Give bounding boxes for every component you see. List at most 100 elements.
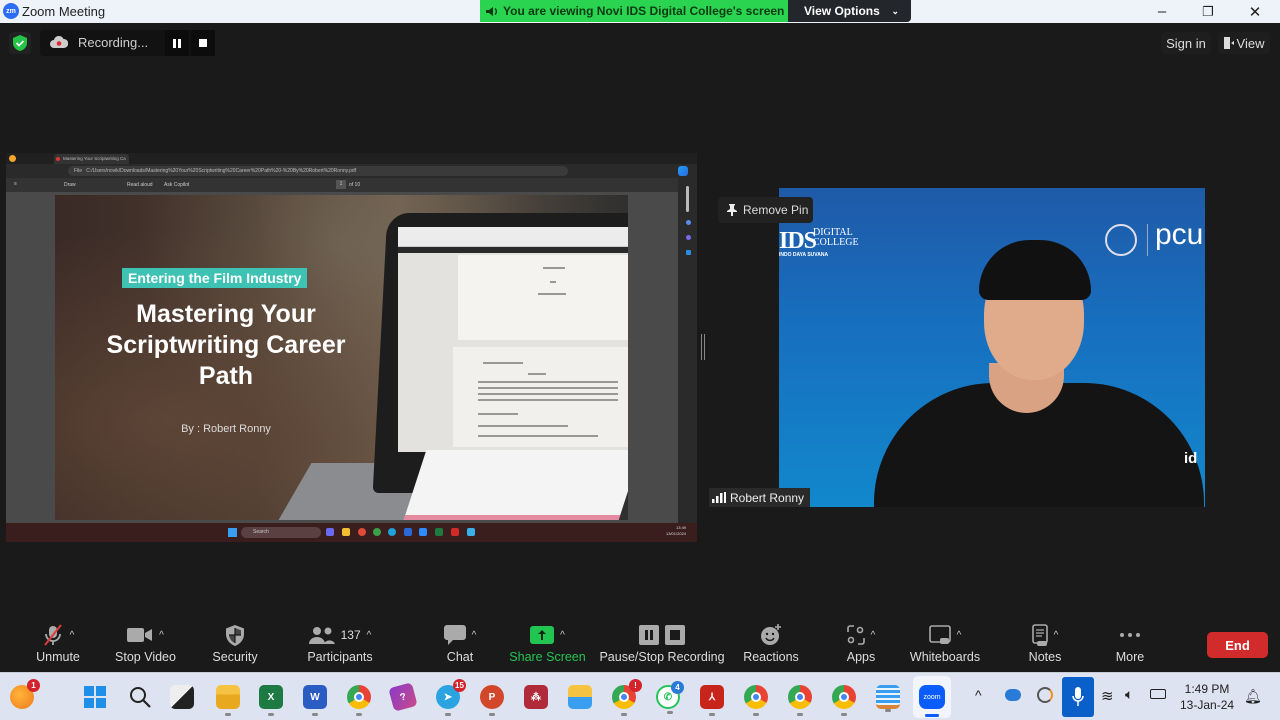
reactions-icon <box>761 624 781 645</box>
copilot-icon[interactable] <box>678 166 688 176</box>
browser-profile-icon <box>9 155 16 162</box>
onedrive-folder-icon[interactable] <box>568 685 592 709</box>
url-field[interactable]: File C:/Users/novik/Downloads/Mastering%… <box>68 166 568 176</box>
page-number-input[interactable]: 1 <box>336 180 346 189</box>
excel-icon <box>435 528 443 536</box>
share-options-caret[interactable]: ^ <box>560 630 565 641</box>
more-button[interactable]: More <box>1105 615 1155 672</box>
help-book-icon[interactable]: ? <box>388 682 418 712</box>
reactions-button[interactable]: Reactions <box>738 615 804 672</box>
stop-video-button[interactable]: ^ Stop Video <box>103 615 188 672</box>
apps-button[interactable]: ^ Apps <box>830 615 892 672</box>
sign-in-button[interactable]: Sign in <box>1161 32 1211 54</box>
battery-icon[interactable] <box>1150 689 1166 699</box>
chrome-profile-icon[interactable]: ! <box>612 679 642 716</box>
read-aloud-button[interactable]: Read aloud <box>127 182 153 188</box>
browser-tab[interactable]: Mastering Your Scriptwriting Ca <box>54 154 129 164</box>
cloud-recording-icon <box>50 35 68 48</box>
shared-screen[interactable]: Mastering Your Scriptwriting Ca File C:/… <box>6 153 697 542</box>
stop-recording-button[interactable] <box>191 30 215 56</box>
task-view-icon[interactable] <box>170 685 194 709</box>
notepad-icon[interactable] <box>876 685 900 712</box>
powerpoint-icon[interactable]: P <box>480 685 504 716</box>
pause-recording-button[interactable] <box>165 30 189 56</box>
windows-start-button[interactable] <box>83 685 107 709</box>
encryption-shield-icon[interactable] <box>9 32 31 54</box>
whiteboards-options-caret[interactable]: ^ <box>957 630 962 641</box>
remote-windows-taskbar: Search 13:49 13/01/2024 <box>6 523 697 542</box>
participant-video[interactable]: IDS DIGITAL COLLEGE INDO DAYA SUVANA pcu … <box>779 188 1205 507</box>
remove-pin-button[interactable]: Remove Pin <box>718 197 813 223</box>
security-button[interactable]: Security <box>205 615 265 672</box>
participant-name: Robert Ronny <box>730 490 805 505</box>
pause-icon <box>173 38 181 48</box>
mendeley-icon[interactable]: ⁂ <box>524 685 548 709</box>
chat-options-caret[interactable]: ^ <box>472 630 477 641</box>
onedrive-tray-icon[interactable] <box>1005 689 1021 701</box>
telegram-icon[interactable]: ➤ 15 <box>436 679 466 716</box>
participants-options-caret[interactable]: ^ <box>367 630 372 641</box>
unmute-options-caret[interactable]: ^ <box>70 630 75 641</box>
participants-icon <box>308 627 335 644</box>
notification-bell-icon[interactable]: 🔔︎ <box>1244 688 1262 705</box>
sidebar-app-icon[interactable] <box>686 250 691 255</box>
meeting-controls-toolbar: ^ Unmute ^ Stop Video Security 137 ^ Par… <box>0 615 1280 672</box>
view-options-dropdown[interactable]: View Options ⌄ <box>788 0 911 22</box>
chrome-icon[interactable] <box>744 685 768 716</box>
acrobat-icon[interactable]: ⅄ <box>700 685 724 716</box>
search-button[interactable] <box>128 685 152 709</box>
notebook-image <box>403 450 628 520</box>
pause-stop-recording-label: Pause/Stop Recording <box>599 650 725 664</box>
participants-button[interactable]: 137 ^ Participants <box>300 615 380 672</box>
notes-options-caret[interactable]: ^ <box>1054 630 1059 641</box>
scrollbar[interactable] <box>686 186 689 212</box>
end-meeting-button[interactable]: End <box>1207 632 1268 658</box>
microphone-in-use-icon[interactable] <box>1062 677 1094 717</box>
sidebar-app-icon[interactable] <box>686 220 691 225</box>
draw-tool[interactable]: Draw <box>64 182 76 188</box>
notes-button[interactable]: ^ Notes <box>1010 615 1080 672</box>
apps-options-caret[interactable]: ^ <box>871 630 876 641</box>
restore-button[interactable]: ❐ <box>1185 0 1231 23</box>
word-icon <box>404 528 412 536</box>
notifications-widget-icon[interactable]: 1 <box>10 679 40 709</box>
chrome-icon[interactable] <box>832 685 856 716</box>
slide-byline: By : Robert Ronny <box>181 423 271 435</box>
participants-count: 137 <box>340 628 361 642</box>
chrome-icon[interactable] <box>347 685 371 716</box>
whiteboards-button[interactable]: ^ Whiteboards <box>900 615 990 672</box>
chat-button[interactable]: ^ Chat <box>425 615 495 672</box>
share-screen-button[interactable]: ^ Share Screen <box>505 615 590 672</box>
sidebar-app-icon[interactable] <box>686 235 691 240</box>
ask-copilot-button[interactable]: Ask Copilot <box>164 182 189 188</box>
layout-view-icon <box>1223 37 1234 49</box>
zoom-app-icon: zoom <box>919 685 945 709</box>
unmute-button[interactable]: ^ Unmute <box>18 615 98 672</box>
laptop-screen-image <box>398 227 628 452</box>
sync-tray-icon[interactable] <box>1037 687 1053 703</box>
windows-taskbar: 1 X W ? ➤ 15 P ⁂ ! ✆ 4 ⅄ zoom ^ ≋ 🔈︎ 1:49 … <box>0 672 1280 720</box>
apps-icon <box>846 625 865 645</box>
share-screen-icon <box>530 626 555 644</box>
chrome-icon[interactable] <box>788 685 812 716</box>
close-button[interactable]: ✕ <box>1232 0 1278 23</box>
pause-stop-recording-icon <box>639 625 685 645</box>
system-clock[interactable]: 1:49 PM 13-Jan-24 <box>1180 681 1234 713</box>
zoom-taskbar-button[interactable]: zoom <box>913 676 951 718</box>
split-view-resize-handle[interactable] <box>701 334 705 360</box>
volume-icon[interactable]: 🔈︎ <box>1125 686 1133 703</box>
view-button[interactable]: View <box>1218 32 1270 54</box>
file-explorer-icon[interactable] <box>216 685 240 716</box>
word-icon[interactable]: W <box>303 685 327 716</box>
menu-icon[interactable]: ≡ <box>14 181 17 187</box>
excel-icon[interactable]: X <box>259 685 283 716</box>
reactions-label: Reactions <box>743 650 799 664</box>
wifi-icon[interactable]: ≋ <box>1101 687 1114 705</box>
whatsapp-icon[interactable]: ✆ 4 <box>656 681 684 714</box>
show-hidden-icons-chevron[interactable]: ^ <box>975 687 982 703</box>
pdf-tab-icon <box>56 157 60 161</box>
pause-stop-recording-button[interactable]: Pause/Stop Recording <box>598 615 726 672</box>
slide-title: Mastering Your Scriptwriting Career Path <box>106 300 346 390</box>
minimize-button[interactable]: – <box>1139 0 1185 23</box>
video-options-caret[interactable]: ^ <box>159 630 164 641</box>
